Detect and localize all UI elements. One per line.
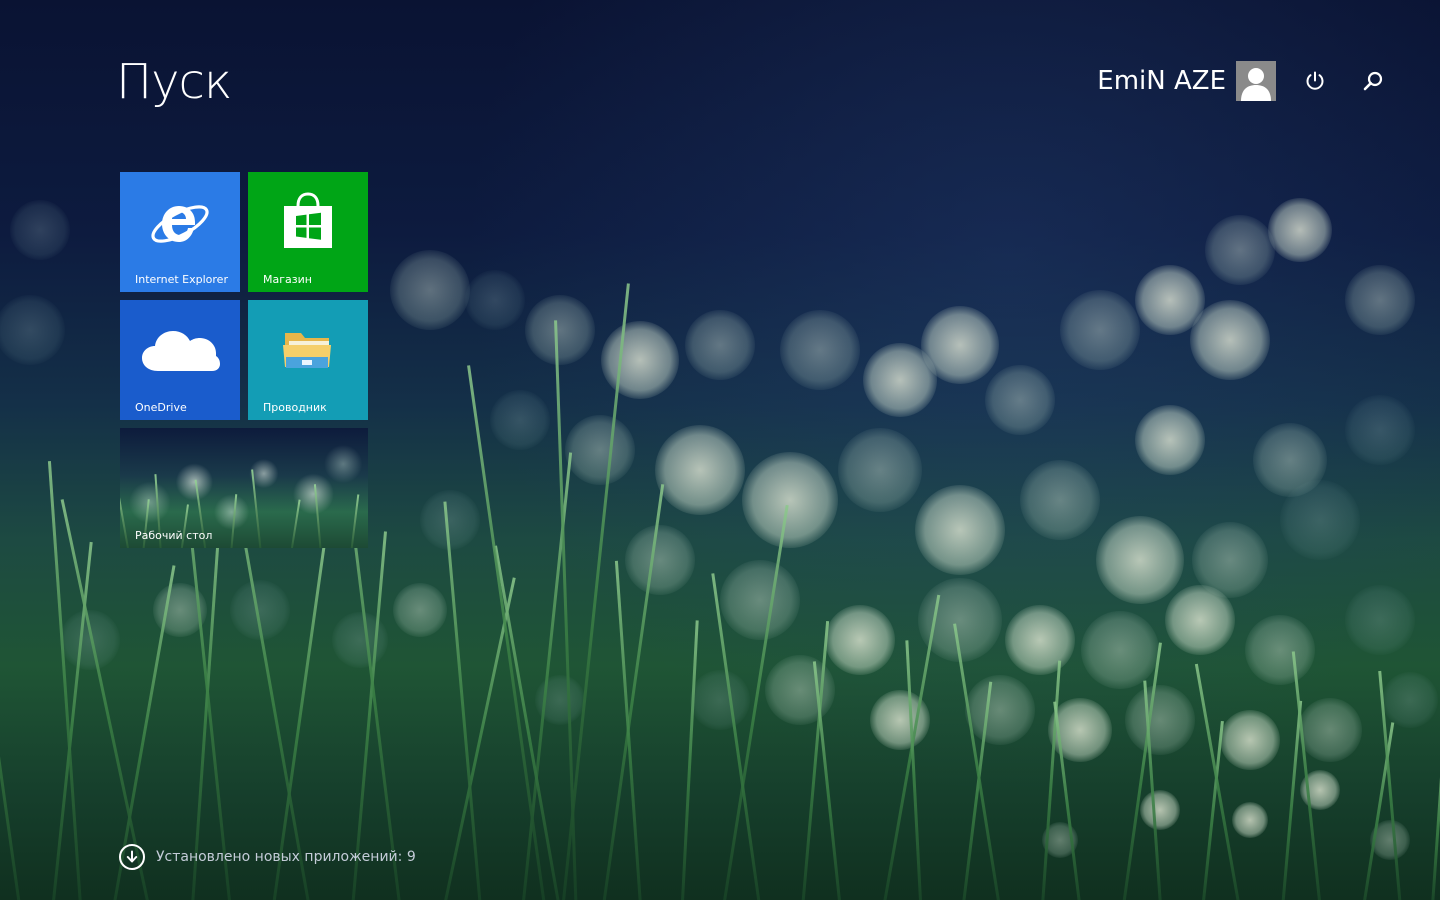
internet-explorer-icon bbox=[151, 205, 209, 243]
tile-file-explorer[interactable]: Проводник bbox=[248, 300, 368, 420]
tile-store[interactable]: Магазин bbox=[248, 172, 368, 292]
new-apps-notice[interactable]: Установлено новых приложений: 9 bbox=[119, 842, 416, 872]
folder-icon bbox=[283, 333, 331, 368]
store-bag-icon bbox=[284, 192, 332, 248]
tile-label: OneDrive bbox=[135, 401, 187, 414]
power-button[interactable] bbox=[1300, 66, 1330, 96]
tile-label: Internet Explorer bbox=[135, 273, 228, 286]
power-icon bbox=[1306, 71, 1324, 90]
user-silhouette-icon bbox=[1236, 61, 1276, 101]
arrow-down-circle-icon bbox=[119, 844, 145, 870]
new-apps-notice-text: Установлено новых приложений: 9 bbox=[156, 849, 416, 865]
tile-label: Проводник bbox=[263, 401, 327, 414]
user-avatar[interactable] bbox=[1236, 61, 1276, 101]
search-icon bbox=[1363, 71, 1383, 91]
user-name[interactable]: EmiN AZE bbox=[1097, 64, 1226, 98]
start-title: Пуск bbox=[116, 54, 232, 110]
tile-internet-explorer[interactable]: Internet Explorer bbox=[120, 172, 240, 292]
tile-label: Рабочий стол bbox=[135, 529, 213, 542]
search-button[interactable] bbox=[1358, 66, 1388, 96]
tile-desktop[interactable]: Рабочий стол bbox=[120, 428, 368, 548]
tile-label: Магазин bbox=[263, 273, 312, 286]
tile-onedrive[interactable]: OneDrive bbox=[120, 300, 240, 420]
cloud-icon bbox=[142, 331, 220, 371]
start-screen: Пуск EmiN AZE Internet Explorer Магазин … bbox=[0, 0, 1440, 900]
